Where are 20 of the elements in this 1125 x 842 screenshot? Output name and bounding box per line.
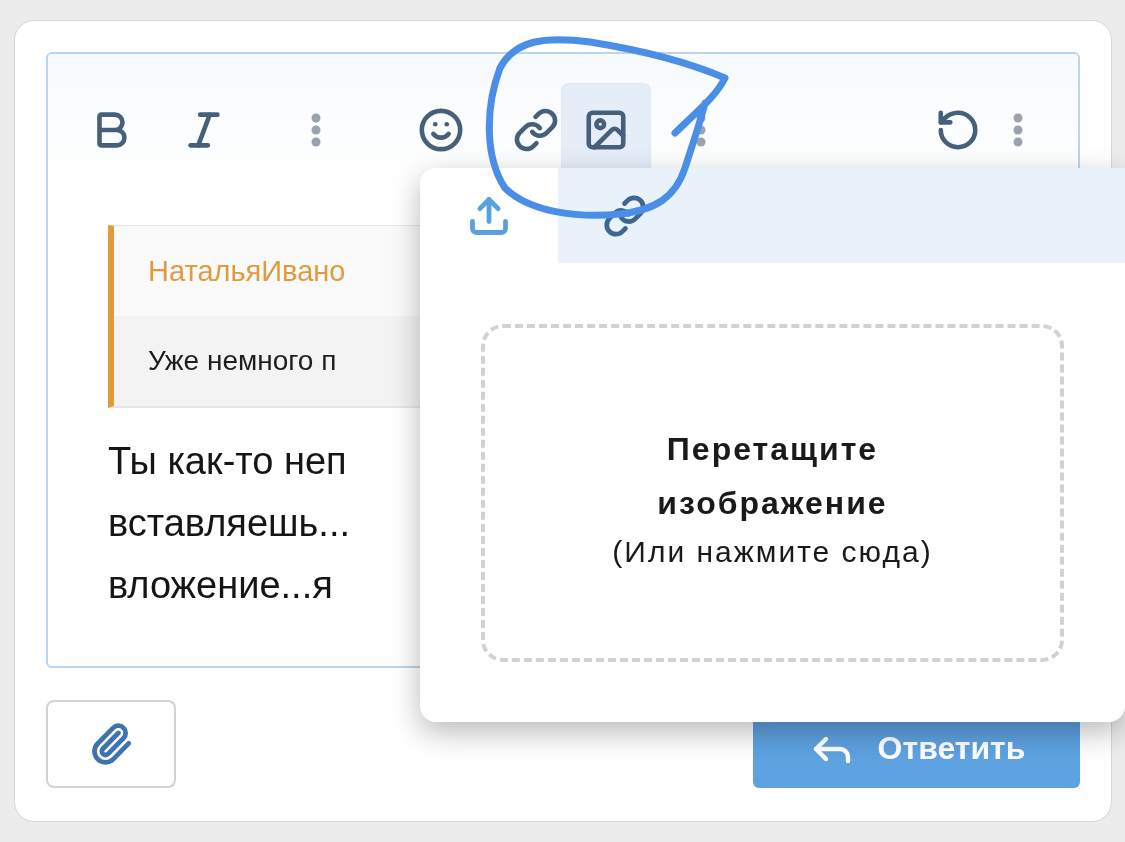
link-icon [513,107,559,153]
paperclip-icon [89,722,133,766]
quote-author: НатальяИвано [148,254,346,288]
more-icon [1013,113,1023,147]
dropzone-hint: (Или нажмите сюда) [612,534,933,570]
link-icon [603,193,647,238]
message-text: вставляешь... [108,501,351,546]
dropzone-title: Перетащите изображение [656,430,889,523]
dropzone[interactable]: Перетащите изображение (Или нажмите сюда) [481,324,1064,662]
more-icon [696,113,706,147]
quote-text: Уже немного п [148,345,337,377]
attach-button[interactable] [46,700,176,788]
message-text: Ты как-то неп [108,439,347,484]
smiley-icon [418,107,464,153]
more-icon [311,113,321,147]
message-text: вложение...я [108,563,333,608]
popup-tab[interactable] [558,168,1125,263]
image-icon [583,107,629,153]
undo-icon [935,107,981,153]
popup-tab[interactable] [420,168,558,263]
